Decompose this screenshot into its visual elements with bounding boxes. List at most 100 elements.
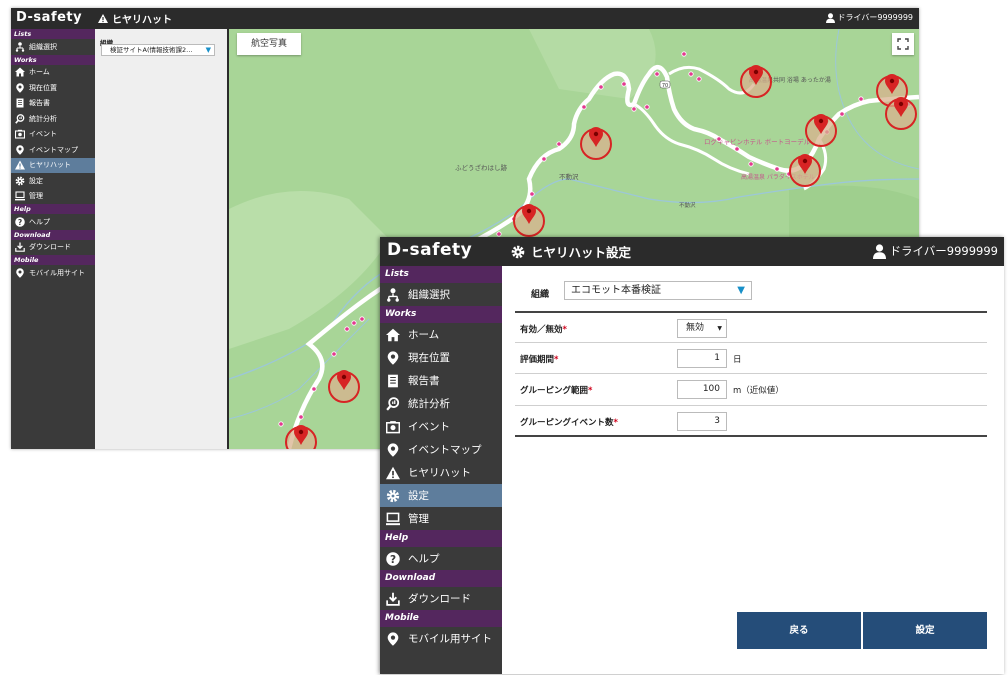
section-mobile: Mobile: [11, 255, 95, 265]
section-works: Works: [11, 54, 95, 65]
sidebar-item-events[interactable]: イベント: [380, 415, 502, 438]
sidebar-item-label: 組織選択: [29, 42, 57, 51]
user-menu[interactable]: ドライバー9999999: [872, 243, 998, 259]
sidebar-item-label: ヘルプ: [29, 217, 50, 226]
sidebar-item-statistics[interactable]: 統計分析: [11, 111, 95, 127]
question-icon: ?: [15, 216, 25, 227]
set-button[interactable]: 設定: [863, 612, 987, 649]
sidebar-item-download[interactable]: ダウンロード: [380, 587, 502, 610]
page-title: ヒヤリハット設定: [511, 242, 631, 261]
section-works: Works: [380, 306, 502, 323]
sidebar-item-label: 報告書: [29, 99, 50, 108]
sidebar-item-label: イベント: [29, 130, 57, 139]
sidebar-item-label: ヒヤリハット: [29, 161, 71, 170]
sidebar-item-settings[interactable]: 設定: [380, 484, 502, 507]
app-header: D-safety ヒヤリハット設定 ドライバー9999999: [380, 237, 1004, 266]
sidebar-item-label: ホーム: [408, 329, 440, 341]
report-icon: [386, 374, 400, 388]
map-pin-icon: [15, 83, 25, 93]
monitor-icon: [386, 512, 400, 526]
sidebar-item-settings[interactable]: 設定: [11, 173, 95, 189]
camera-icon: [15, 129, 25, 139]
monitor-icon: [15, 191, 25, 201]
field-label: グルーピング範囲*: [520, 386, 593, 396]
camera-icon: [386, 420, 400, 434]
period-input[interactable]: 1: [677, 348, 727, 368]
sidebar-item-label: 統計分析: [29, 114, 57, 123]
grouping-count-input[interactable]: 3: [677, 411, 727, 431]
home-icon: [386, 328, 400, 342]
map-pin-icon: [386, 350, 400, 365]
sidebar: Lists 組織選択 Works ホーム 現在位置 報告書 統計分析 イベント: [11, 29, 95, 449]
sidebar-item-reports[interactable]: 報告書: [380, 369, 502, 392]
period-unit: 日: [733, 354, 742, 365]
sidebar-item-home[interactable]: ホーム: [11, 65, 95, 81]
sidebar-item-label: 統計分析: [408, 398, 450, 410]
sidebar-item-admin[interactable]: 管理: [11, 189, 95, 205]
sidebar-item-label: ダウンロード: [408, 593, 471, 605]
sidebar-item-events[interactable]: イベント: [11, 127, 95, 143]
sidebar-item-label: 組織選択: [408, 289, 450, 301]
user-icon: [825, 12, 835, 23]
download-icon: [15, 242, 25, 253]
sidebar-item-help[interactable]: ? ヘルプ: [380, 547, 502, 570]
org-select[interactable]: 検証サイトA(情報技術課2… ▼: [101, 44, 215, 56]
sidebar-item-org-select[interactable]: 組織選択: [380, 283, 502, 306]
sidebar-item-event-map[interactable]: イベントマップ: [11, 142, 95, 158]
grouping-range-unit: m（近似値）: [733, 386, 784, 396]
sidebar-item-label: 設定: [408, 490, 429, 502]
sidebar-item-current-location[interactable]: 現在位置: [380, 346, 502, 369]
section-download: Download: [380, 570, 502, 587]
sidebar-item-help[interactable]: ? ヘルプ: [11, 214, 95, 230]
user-name: ドライバー9999999: [837, 13, 913, 22]
org-tree-icon: [15, 41, 25, 52]
gear-icon: [511, 245, 525, 258]
enabled-select[interactable]: 無効 ▼: [677, 319, 727, 338]
sidebar-item-label: 管理: [29, 192, 43, 201]
warning-icon: [386, 466, 400, 480]
sidebar-item-download[interactable]: ダウンロード: [11, 240, 95, 256]
map-type-button[interactable]: 航空写真: [237, 33, 301, 55]
org-select-value: エコモット本番検証: [571, 285, 661, 296]
sidebar-item-hiyari-hatto[interactable]: ヒヤリハット: [380, 461, 502, 484]
grouping-range-input[interactable]: 100: [677, 380, 727, 399]
map-pin-icon: [386, 442, 400, 457]
fullscreen-icon: [897, 38, 909, 50]
sidebar-item-current-location[interactable]: 現在位置: [11, 80, 95, 96]
sidebar-item-admin[interactable]: 管理: [380, 507, 502, 530]
svg-text:?: ?: [18, 218, 22, 227]
sidebar-item-label: 現在位置: [408, 352, 450, 364]
field-row-enabled: 有効／無効* 無効 ▼: [515, 311, 987, 343]
sidebar-item-event-map[interactable]: イベントマップ: [380, 438, 502, 461]
sidebar-item-label: ダウンロード: [29, 243, 71, 252]
settings-form: 有効／無効* 無効 ▼ 評価期間* 1 日 グルーピング範囲* 100 m（近似…: [515, 311, 987, 437]
user-icon: [872, 243, 886, 259]
sidebar-item-mobile-site[interactable]: モバイル用サイト: [380, 627, 502, 650]
sidebar-item-mobile-site[interactable]: モバイル用サイト: [11, 265, 95, 281]
sidebar-item-reports[interactable]: 報告書: [11, 96, 95, 112]
field-row-grouping-count: グルーピングイベント数* 3: [515, 406, 987, 437]
app-logo[interactable]: D-safety: [387, 240, 472, 260]
map-label-spot3: 不動沢: [679, 201, 696, 209]
search-chart-icon: [386, 396, 400, 411]
sidebar-item-statistics[interactable]: 統計分析: [380, 392, 502, 415]
sidebar-item-org-select[interactable]: 組織選択: [11, 39, 95, 55]
sidebar-item-label: 報告書: [408, 375, 440, 387]
map-label-spot1: ふどうざわはし跡: [455, 163, 508, 172]
org-select[interactable]: エコモット本番検証 ▼: [564, 281, 752, 300]
field-row-period: 評価期間* 1 日: [515, 343, 987, 374]
sidebar-item-home[interactable]: ホーム: [380, 323, 502, 346]
sidebar-item-hiyari-hatto[interactable]: ヒヤリハット: [11, 157, 95, 173]
sidebar-item-label: 現在位置: [29, 83, 57, 92]
settings-content: 組織 エコモット本番検証 ▼ 有効／無効* 無効 ▼ 評価期間* 1 日 グルー…: [502, 266, 1004, 674]
map-pin-icon: [15, 268, 25, 278]
app-logo[interactable]: D-safety: [16, 10, 82, 25]
section-lists: Lists: [11, 29, 95, 39]
sidebar: Lists 組織選択 Works ホーム 現在位置 報告書 統計分析 イベント: [380, 266, 502, 674]
back-button[interactable]: 戻る: [737, 612, 861, 649]
user-menu[interactable]: ドライバー9999999: [825, 12, 913, 23]
page-title-text: ヒヤリハット設定: [531, 245, 632, 260]
org-label: 組織: [531, 290, 550, 300]
gear-icon: [386, 489, 400, 503]
fullscreen-button[interactable]: [892, 33, 914, 55]
